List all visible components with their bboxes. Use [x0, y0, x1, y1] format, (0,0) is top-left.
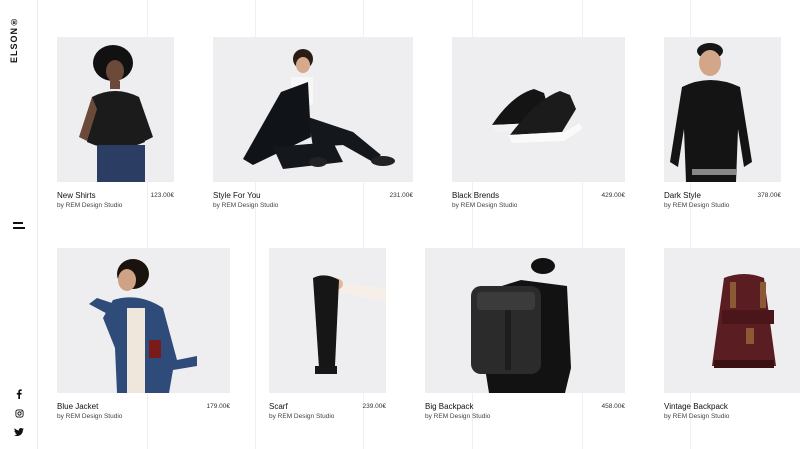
product-name[interactable]: Big Backpack [425, 402, 473, 411]
product-price: 231.00€ [389, 192, 414, 199]
twitter-icon[interactable] [13, 426, 25, 438]
product-price: 239.00€ [362, 403, 387, 410]
menu-line [13, 222, 23, 224]
brand-logo[interactable]: ELSON® [9, 16, 19, 63]
page: ELSON® New Shirts by REM Design Studio 1… [0, 0, 800, 449]
product-designer: by REM Design Studio [664, 413, 730, 420]
product-image[interactable] [213, 37, 413, 182]
product-price: 458.00€ [601, 403, 626, 410]
product-name[interactable]: Style For You [213, 191, 261, 200]
product-price: 179.00€ [206, 403, 231, 410]
product-name[interactable]: Black Brends [452, 191, 499, 200]
product-card[interactable]: Vintage Backpack by REM Design Studio [664, 248, 800, 423]
product-designer: by REM Design Studio [57, 413, 123, 420]
product-card[interactable]: Dark Style by REM Design Studio 378.00€ [664, 37, 781, 212]
product-name[interactable]: New Shirts [57, 191, 96, 200]
product-name[interactable]: Blue Jacket [57, 402, 98, 411]
product-price: 378.00€ [757, 192, 782, 199]
product-designer: by REM Design Studio [664, 202, 730, 209]
menu-button[interactable] [13, 221, 25, 229]
product-image[interactable] [269, 248, 386, 393]
product-price: 123.00€ [150, 192, 175, 199]
product-designer: by REM Design Studio [452, 202, 518, 209]
product-card[interactable]: Black Brends by REM Design Studio 429.00… [452, 37, 625, 212]
product-card[interactable]: Style For You by REM Design Studio 231.0… [213, 37, 413, 212]
product-designer: by REM Design Studio [57, 202, 123, 209]
product-designer: by REM Design Studio [425, 413, 491, 420]
product-card[interactable]: Big Backpack by REM Design Studio 458.00… [425, 248, 625, 423]
product-designer: by REM Design Studio [269, 413, 335, 420]
sidebar: ELSON® [0, 0, 38, 449]
product-card[interactable]: Blue Jacket by REM Design Studio 179.00€ [57, 248, 230, 423]
product-image[interactable] [664, 248, 800, 393]
product-image[interactable] [57, 248, 230, 393]
product-designer: by REM Design Studio [213, 202, 279, 209]
product-price: 429.00€ [601, 192, 626, 199]
facebook-icon[interactable] [13, 388, 25, 400]
product-card[interactable]: New Shirts by REM Design Studio 123.00€ [57, 37, 174, 212]
product-image[interactable] [425, 248, 625, 393]
product-image[interactable] [57, 37, 174, 182]
product-name[interactable]: Vintage Backpack [664, 402, 728, 411]
product-name[interactable]: Scarf [269, 402, 288, 411]
product-image[interactable] [664, 37, 781, 182]
product-image[interactable] [452, 37, 625, 182]
product-name[interactable]: Dark Style [664, 191, 701, 200]
menu-line [13, 227, 25, 229]
instagram-icon[interactable] [13, 407, 25, 419]
product-card[interactable]: Scarf by REM Design Studio 239.00€ [269, 248, 386, 423]
